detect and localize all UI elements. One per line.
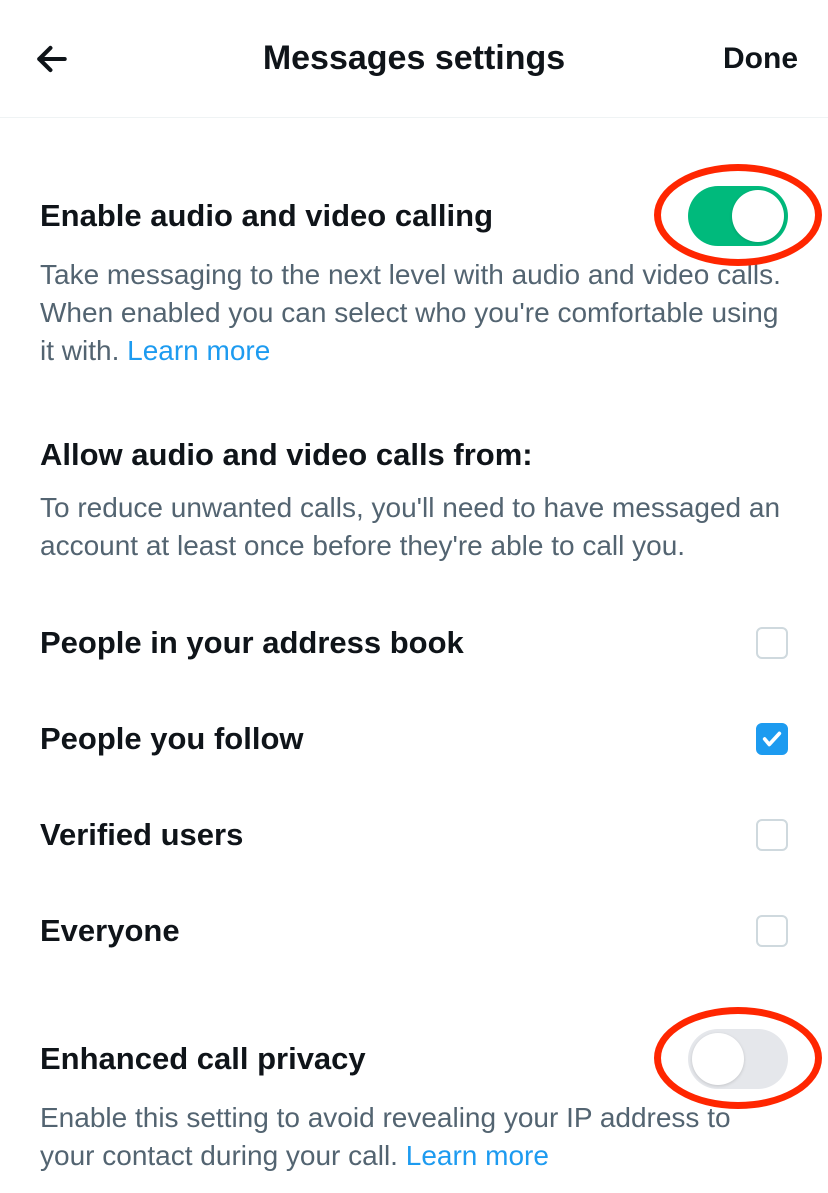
option-everyone[interactable]: Everyone	[40, 883, 788, 979]
page-title: Messages settings	[263, 39, 565, 78]
toggle-knob	[732, 190, 784, 242]
option-label: People in your address book	[40, 625, 464, 661]
content: Enable audio and video calling Take mess…	[0, 118, 828, 1193]
checkbox-everyone[interactable]	[756, 915, 788, 947]
option-label: Verified users	[40, 817, 243, 853]
enhanced-privacy-toggle[interactable]	[688, 1029, 788, 1089]
checkbox-people-you-follow[interactable]	[756, 723, 788, 755]
option-address-book[interactable]: People in your address book	[40, 595, 788, 691]
allow-from-desc: To reduce unwanted calls, you'll need to…	[40, 489, 788, 595]
enable-calling-toggle[interactable]	[688, 186, 788, 246]
arrow-left-icon	[33, 40, 71, 78]
header: Messages settings Done	[0, 0, 828, 118]
option-verified-users[interactable]: Verified users	[40, 787, 788, 883]
back-button[interactable]	[30, 37, 74, 81]
option-label: Everyone	[40, 913, 180, 949]
learn-more-link[interactable]: Learn more	[406, 1140, 549, 1171]
enhanced-privacy-title: Enhanced call privacy	[40, 1041, 366, 1077]
enhanced-privacy-block: Enhanced call privacy Enable this settin…	[40, 1001, 788, 1193]
enhanced-privacy-toggle-wrap	[688, 1029, 788, 1089]
check-icon	[761, 728, 783, 750]
toggle-knob	[692, 1033, 744, 1085]
option-label: People you follow	[40, 721, 304, 757]
allow-from-heading: Allow audio and video calls from:	[40, 387, 788, 489]
checkbox-verified-users[interactable]	[756, 819, 788, 851]
checkbox-address-book[interactable]	[756, 627, 788, 659]
done-button[interactable]: Done	[723, 42, 798, 76]
enable-calling-toggle-wrap	[688, 186, 788, 246]
enable-calling-row: Enable audio and video calling	[40, 158, 788, 256]
enhanced-privacy-desc: Enable this setting to avoid revealing y…	[40, 1099, 788, 1193]
enhanced-privacy-row: Enhanced call privacy	[40, 1001, 788, 1099]
learn-more-link[interactable]: Learn more	[127, 335, 270, 366]
enable-calling-title: Enable audio and video calling	[40, 198, 493, 234]
enable-calling-desc: Take messaging to the next level with au…	[40, 256, 788, 387]
option-people-you-follow[interactable]: People you follow	[40, 691, 788, 787]
